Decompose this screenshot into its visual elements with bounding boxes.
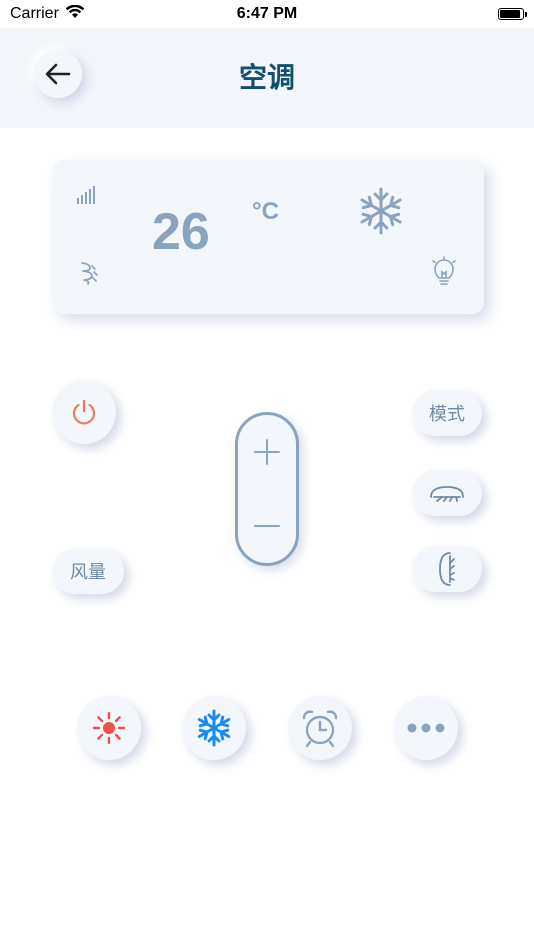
temperature-unit: °C: [252, 198, 279, 225]
battery-icon: [498, 8, 527, 20]
wifi-icon: [65, 4, 85, 24]
page-title: 空调: [238, 62, 295, 93]
carrier-label: Carrier: [10, 5, 59, 22]
mode-button[interactable]: 模式: [412, 390, 482, 436]
minus-icon: [254, 525, 280, 527]
fan-speed-label: 风量: [70, 562, 106, 582]
timer-button[interactable]: [288, 696, 352, 760]
light-bulb-icon: [432, 256, 456, 285]
signal-bars-icon: [77, 186, 95, 204]
temperature-down-button[interactable]: [238, 489, 296, 563]
swing-vertical-button[interactable]: [412, 546, 482, 592]
more-dots-icon: [407, 723, 445, 733]
power-button[interactable]: [52, 380, 116, 444]
plus-icon: [254, 439, 280, 465]
mode-label: 模式: [429, 404, 465, 424]
status-display: 26 °C: [52, 160, 484, 314]
status-bar: Carrier: [0, 0, 534, 28]
power-icon: [72, 399, 96, 425]
cool-mode-button[interactable]: [182, 696, 246, 760]
temperature-rocker: [235, 412, 299, 566]
ac-remote-screen: Carrier 6:47 PM 空调 26 °C 风量 模式: [0, 0, 534, 950]
snowflake-icon: [360, 187, 402, 235]
header: 空调: [0, 28, 534, 128]
fan-speed-button[interactable]: 风量: [52, 548, 124, 594]
status-left: Carrier: [10, 4, 85, 24]
temperature-up-button[interactable]: [238, 415, 296, 489]
heat-mode-button[interactable]: [77, 696, 141, 760]
fan-speed-icon: [81, 262, 98, 285]
sun-icon: [92, 711, 126, 745]
temperature-value: 26: [152, 203, 210, 261]
swing-vertical-icon: [439, 552, 455, 586]
more-button[interactable]: [394, 696, 458, 760]
alarm-clock-icon: [302, 710, 338, 748]
swing-horizontal-button[interactable]: [412, 470, 482, 516]
swing-horizontal-icon: [430, 486, 464, 502]
snowflake-icon: [197, 709, 231, 747]
